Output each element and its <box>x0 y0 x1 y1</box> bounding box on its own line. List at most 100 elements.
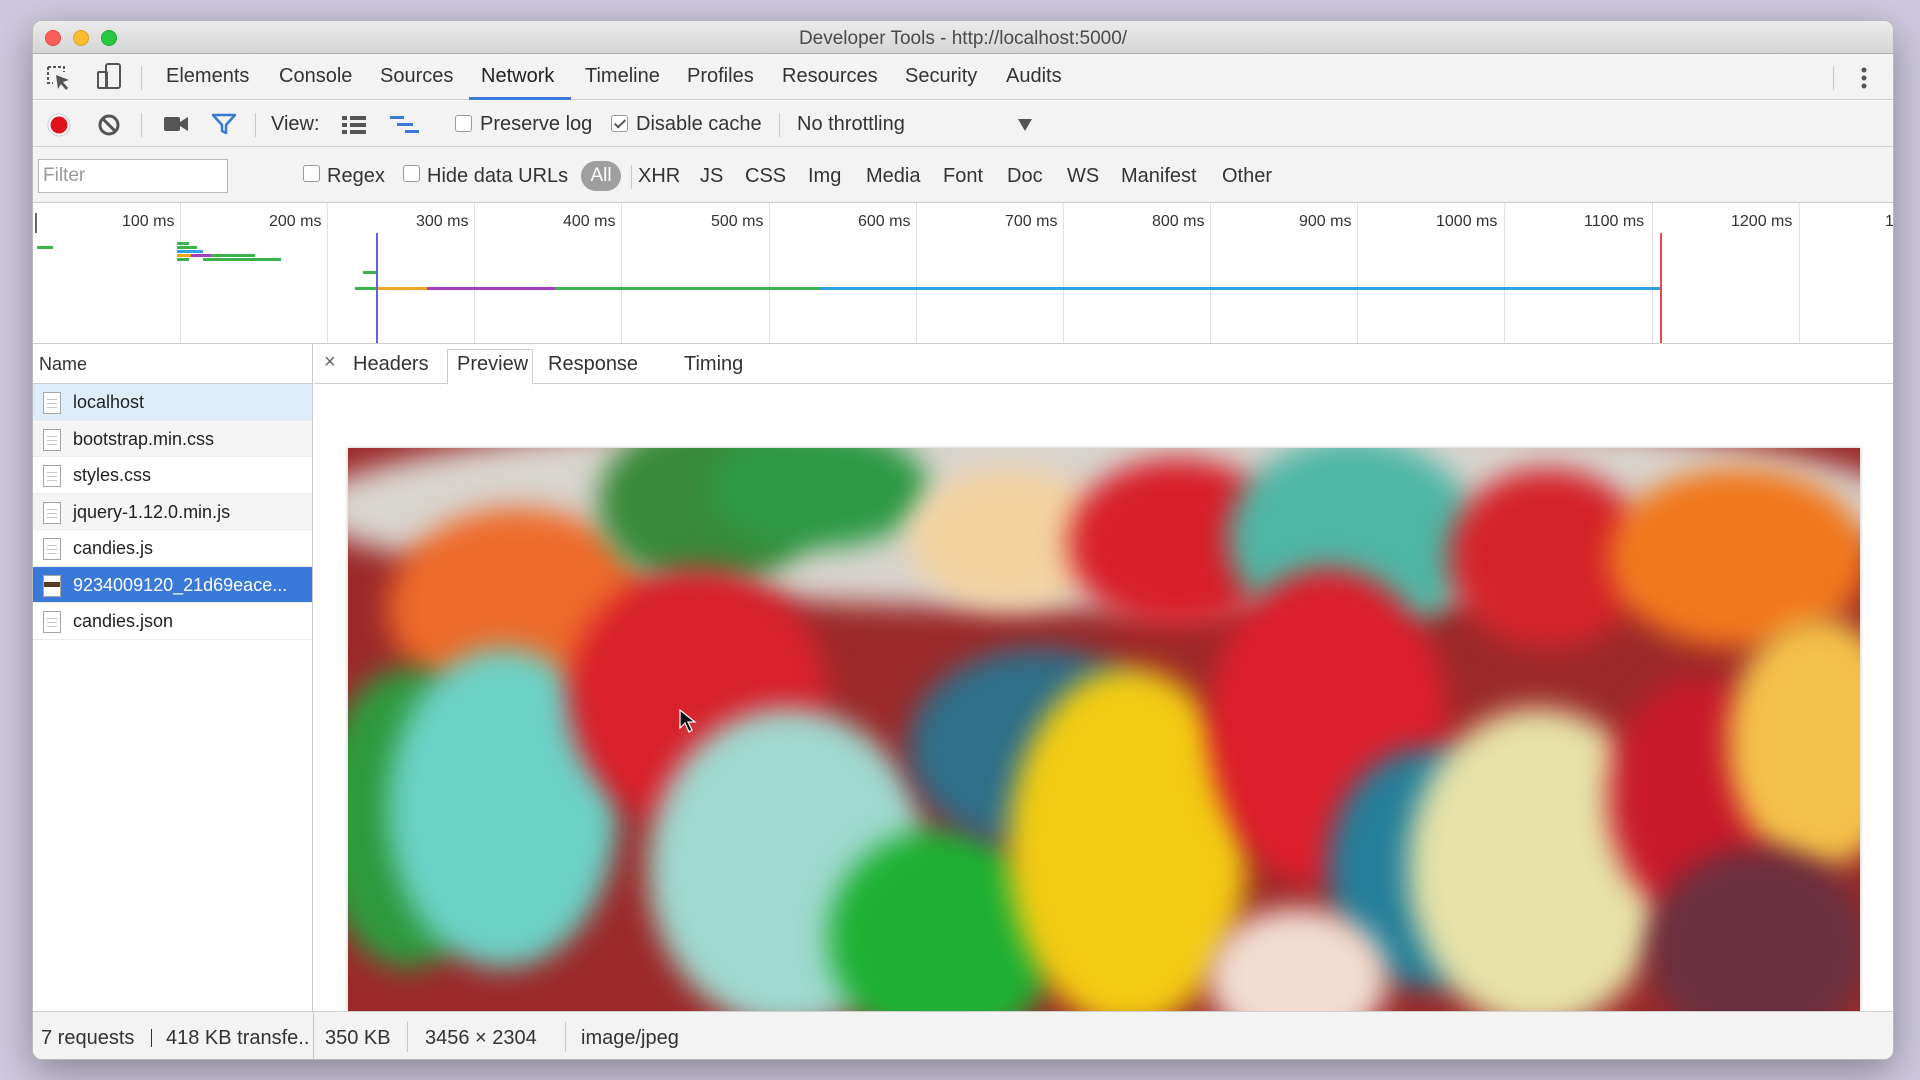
request-list: Name localhost bootstrap.min.css styles.… <box>33 344 313 1011</box>
tick-label: 800 ms <box>1152 213 1205 230</box>
request-name: bootstrap.min.css <box>73 428 215 449</box>
type-filter-js[interactable]: JS <box>700 165 723 188</box>
more-options-icon[interactable] <box>1859 66 1869 92</box>
tick-label: 200 ms <box>269 213 322 230</box>
active-tab-indicator <box>469 97 571 100</box>
inspect-element-icon[interactable] <box>45 64 73 92</box>
filter-icon[interactable] <box>211 112 237 136</box>
large-rows-icon[interactable] <box>341 114 367 134</box>
regex-checkbox[interactable] <box>303 165 320 182</box>
tab-timing[interactable]: Timing <box>684 353 743 376</box>
document-icon <box>43 465 61 487</box>
tick-label: 1200 ms <box>1731 213 1793 230</box>
close-icon[interactable]: × <box>324 351 336 374</box>
gridline <box>1652 203 1653 343</box>
gridline <box>180 203 181 343</box>
tab-network[interactable]: Network <box>481 65 554 88</box>
tab-security[interactable]: Security <box>905 65 977 88</box>
request-row[interactable]: styles.css <box>33 457 312 494</box>
chevron-down-icon[interactable] <box>1017 118 1033 132</box>
timeline-bar <box>819 287 1661 290</box>
gridline <box>1210 203 1211 343</box>
divider <box>151 1029 152 1047</box>
disable-cache-checkbox[interactable] <box>611 115 628 132</box>
tab-audits[interactable]: Audits <box>1006 65 1062 88</box>
timeline-bar <box>363 271 377 274</box>
type-filter-manifest[interactable]: Manifest <box>1121 165 1197 188</box>
type-filter-media[interactable]: Media <box>866 165 920 188</box>
tab-timeline[interactable]: Timeline <box>585 65 660 88</box>
tab-headers[interactable]: Headers <box>353 353 429 376</box>
preserve-log-checkbox[interactable] <box>455 115 472 132</box>
request-row[interactable]: candies.js <box>33 530 312 567</box>
timeline-bar <box>377 287 427 290</box>
document-icon <box>43 428 61 451</box>
divider <box>255 113 256 137</box>
request-name: 9234009120_21d69eace... <box>73 574 288 595</box>
name-column-header[interactable]: Name <box>33 344 312 384</box>
timeline-bar <box>177 242 189 245</box>
request-rows: localhost bootstrap.min.css styles.css j… <box>33 384 312 640</box>
filter-bar: Regex Hide data URLs All XHR JS CSS Img … <box>33 147 1893 203</box>
tick-label: 700 ms <box>1005 213 1058 230</box>
tick-label: 100 ms <box>122 213 175 230</box>
timeline-bar <box>211 254 255 257</box>
image-icon <box>43 574 61 597</box>
type-filter-other[interactable]: Other <box>1222 165 1272 188</box>
window-title: Developer Tools - http://localhost:5000/ <box>798 28 1128 49</box>
timeline-bar <box>177 246 197 249</box>
timeline-edge-marker <box>35 213 37 233</box>
document-icon <box>43 538 61 560</box>
image-dimensions: 3456 × 2304 <box>425 1027 537 1049</box>
transferred-size: 418 KB transfe... <box>166 1027 311 1049</box>
type-filter-css[interactable]: CSS <box>745 165 786 188</box>
hide-data-urls-checkbox[interactable] <box>403 165 420 182</box>
tab-response[interactable]: Response <box>548 353 638 376</box>
type-filter-xhr[interactable]: XHR <box>638 165 680 188</box>
tab-preview[interactable]: Preview <box>457 353 528 376</box>
network-overview-timeline[interactable]: 100 ms 200 ms 300 ms 400 ms 500 ms 600 m… <box>33 203 1893 344</box>
type-filter-all[interactable]: All <box>581 161 621 191</box>
filter-input[interactable] <box>38 159 228 193</box>
gridline <box>769 203 770 343</box>
preserve-log-label: Preserve log <box>480 113 593 135</box>
device-toolbar-icon[interactable] <box>95 62 123 92</box>
request-row[interactable]: jquery-1.12.0.min.js <box>33 493 312 530</box>
request-name: jquery-1.12.0.min.js <box>73 501 231 522</box>
tab-resources[interactable]: Resources <box>782 65 878 88</box>
type-filter-font[interactable]: Font <box>943 165 983 188</box>
divider <box>141 113 142 137</box>
panel-tab-bar: Elements Console Sources Network Timelin… <box>33 54 1893 100</box>
gridline <box>1357 203 1358 343</box>
hide-data-urls-label: Hide data URLs <box>427 165 569 187</box>
blank-file-icon <box>43 611 61 633</box>
type-filter-ws[interactable]: WS <box>1067 165 1099 188</box>
request-row[interactable]: localhost <box>33 384 312 421</box>
request-name: styles.css <box>73 465 152 485</box>
throttling-select[interactable]: No throttling <box>797 113 905 136</box>
record-icon[interactable] <box>47 113 71 137</box>
request-row-selected[interactable]: 9234009120_21d69eace... <box>33 566 312 603</box>
capture-screenshots-icon[interactable] <box>163 114 189 134</box>
network-toolbar: View: Preserve log Disable cache No thro… <box>33 101 1893 147</box>
request-row[interactable]: candies.json <box>33 603 312 640</box>
divider <box>141 66 142 90</box>
name-column-header-label: Name <box>39 354 88 374</box>
type-filter-img[interactable]: Img <box>808 165 841 188</box>
request-detail-pane: × Headers Preview Response Timing <box>314 344 1893 1011</box>
overview-icon[interactable] <box>389 114 421 134</box>
title-bar: Developer Tools - http://localhost:5000/ <box>33 21 1893 54</box>
timeline-bar <box>555 287 819 290</box>
request-row[interactable]: bootstrap.min.css <box>33 420 312 457</box>
tab-profiles[interactable]: Profiles <box>687 65 754 88</box>
timeline-bar <box>177 254 191 257</box>
tick-label: 1100 ms <box>1584 213 1645 230</box>
tab-console[interactable]: Console <box>279 65 352 88</box>
tab-sources[interactable]: Sources <box>380 65 453 88</box>
gridline <box>1504 203 1505 343</box>
tab-elements[interactable]: Elements <box>166 65 249 88</box>
divider <box>407 1022 408 1052</box>
type-filter-doc[interactable]: Doc <box>1007 165 1043 188</box>
clear-icon[interactable] <box>97 113 121 137</box>
detail-tab-bar: × Headers Preview Response Timing <box>314 344 1893 385</box>
